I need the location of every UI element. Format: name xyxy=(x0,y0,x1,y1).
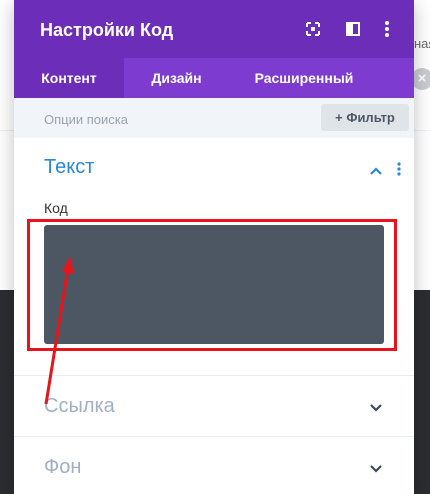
chevron-down-icon[interactable] xyxy=(368,399,384,415)
background-partial-text: ная xyxy=(414,36,430,51)
tab-design[interactable]: Дизайн xyxy=(124,58,229,98)
sidebar-layout-icon[interactable] xyxy=(343,19,363,39)
section-title-background[interactable]: Фон xyxy=(44,456,81,479)
filter-button[interactable]: + Фильтр xyxy=(321,104,409,131)
modal-header: Настройки Код xyxy=(14,0,414,58)
more-vertical-icon[interactable] xyxy=(377,19,397,39)
section-divider xyxy=(14,436,414,437)
modal-title: Настройки Код xyxy=(40,20,174,40)
chevron-up-icon[interactable] xyxy=(368,163,384,179)
chevron-down-icon[interactable] xyxy=(368,460,384,476)
section-title-link[interactable]: Ссылка xyxy=(44,395,115,418)
section-more-icon[interactable] xyxy=(392,161,406,177)
code-field-label: Код xyxy=(44,200,68,216)
highlight-frame xyxy=(27,219,397,351)
section-divider xyxy=(14,375,414,376)
search-input[interactable] xyxy=(44,110,284,128)
section-title-text[interactable]: Текст xyxy=(44,156,94,179)
expand-icon[interactable] xyxy=(303,19,323,39)
search-bar: + Фильтр xyxy=(14,98,414,138)
tab-content[interactable]: Контент xyxy=(14,58,124,98)
tab-advanced[interactable]: Расширенный xyxy=(229,58,379,98)
tab-bar: Контент Дизайн Расширенный xyxy=(14,58,414,98)
